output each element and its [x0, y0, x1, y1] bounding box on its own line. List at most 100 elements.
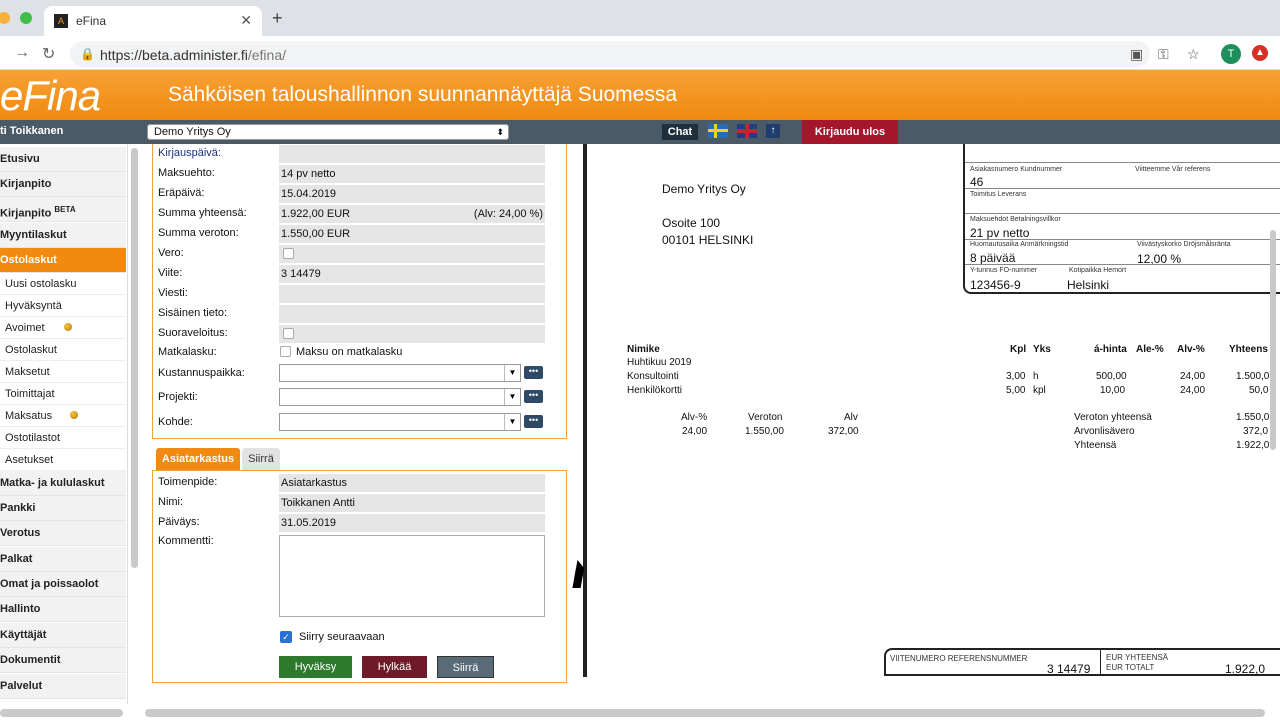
kustannuspaikka-label: Kustannuspaikka: — [158, 367, 245, 379]
sidebar-item-kirjanpito[interactable]: Kirjanpito — [0, 172, 126, 197]
kustannuspaikka-more-button[interactable]: ••• — [524, 366, 543, 379]
sidebar-sub-hyvaksynta[interactable]: Hyväksyntä — [0, 295, 126, 317]
star-icon[interactable]: ☆ — [1187, 46, 1200, 63]
sidebar-item-palvelut[interactable]: Palvelut — [0, 674, 126, 699]
recipient-name: Demo Yritys Oy — [662, 182, 746, 196]
sidebar-sub-ostotilastot[interactable]: Ostotilastot — [0, 427, 126, 449]
logout-button[interactable]: Kirjaudu ulos — [802, 120, 898, 144]
total-label: Arvonlisävero — [1074, 426, 1135, 437]
nimi-label: Nimi: — [158, 496, 184, 508]
vat-col-veroton: Veroton — [748, 412, 783, 423]
vat-amount: 372,00 — [828, 426, 859, 437]
sidebar-item-ostolaskut[interactable]: Ostolaskut — [0, 248, 126, 273]
sidebar-item-matka[interactable]: Matka- ja kululaskut — [0, 471, 126, 496]
projekti-more-button[interactable]: ••• — [524, 390, 543, 403]
sidebar-scrollbar[interactable] — [131, 148, 138, 568]
sidebar-sub-uusi-ostolasku[interactable]: Uusi ostolasku — [0, 273, 126, 295]
swedish-flag-icon[interactable] — [708, 124, 728, 138]
summa-label: Summa yhteensä: — [158, 207, 247, 219]
kommentti-label: Kommentti: — [158, 535, 214, 547]
sidebar-item-hallinto[interactable]: Hallinto — [0, 597, 126, 622]
main-horizontal-scrollbar[interactable] — [145, 709, 1265, 717]
eur-value: 1.922,0 — [1225, 662, 1266, 676]
divider — [965, 264, 1280, 265]
lock-icon: 🔒 — [80, 47, 95, 61]
new-tab-icon[interactable]: + — [272, 8, 283, 29]
minimize-dot[interactable] — [0, 12, 10, 24]
projekti-select[interactable]: ▼ — [279, 388, 521, 406]
upload-icon[interactable]: ↑ — [766, 124, 780, 138]
total-value: 372,0 — [1243, 426, 1269, 437]
company-select-value: Demo Yritys Oy — [154, 126, 231, 138]
sidebar-sub-maksatus[interactable]: Maksatus — [0, 405, 126, 427]
sidebar-horizontal-scrollbar[interactable] — [0, 709, 123, 717]
comment-textarea[interactable] — [279, 535, 545, 617]
sidebar-sub-toimittajat[interactable]: Toimittajat — [0, 383, 126, 405]
cast-icon[interactable]: ▣ — [1130, 46, 1143, 63]
url-field[interactable]: 🔒 https://beta.administer.fi/efina/ — [70, 41, 1150, 67]
col-alv: Alv-% — [1177, 344, 1205, 355]
row-price: 10,00 — [1100, 385, 1126, 396]
approve-button[interactable]: Hyväksy — [279, 656, 352, 678]
vat-col-alv: Alv-% — [681, 412, 708, 423]
tagline: Sähköisen taloushallinnon suunnannäyttäj… — [168, 83, 678, 106]
tab-siirra[interactable]: Siirrä — [242, 448, 280, 470]
extension-icon[interactable]: ▲ — [1252, 45, 1268, 61]
col-ahinta: á-hinta — [1094, 344, 1127, 355]
kustannuspaikka-select[interactable]: ▼ — [279, 364, 521, 382]
viite-label: Viite: — [158, 267, 183, 279]
recipient-address1: Osoite 100 — [662, 216, 721, 230]
paivays-value: 31.05.2019 — [279, 514, 545, 532]
matkalasku-checkbox[interactable] — [280, 346, 291, 357]
reject-button[interactable]: Hylkää — [362, 656, 427, 678]
sisainen-label: Sisäinen tieto: — [158, 307, 228, 319]
eur-label2: EUR TOTALT — [1106, 663, 1155, 672]
siirry-seuraavaan-checkbox[interactable]: ✓ — [280, 631, 292, 643]
sidebar-sub-ostolaskut[interactable]: Ostolaskut — [0, 339, 126, 361]
viesti-label: Viesti: — [158, 287, 188, 299]
browser-tab[interactable]: A eFina ✕ — [44, 6, 262, 36]
sidebar-sub-avoimet[interactable]: Avoimet — [0, 317, 126, 339]
row-vat: 24,00 — [1180, 371, 1206, 382]
panel-divider[interactable] — [583, 144, 587, 677]
sidebar-item-kirjanpito-beta[interactable]: Kirjanpito BETA — [0, 197, 126, 222]
sidebar-item-pankki[interactable]: Pankki — [0, 496, 126, 521]
sidebar-item-dokumentit[interactable]: Dokumentit — [0, 648, 126, 673]
efina-logo: eFina — [0, 72, 101, 119]
ref-value: 3 14479 — [1047, 662, 1091, 676]
preview-scrollbar[interactable] — [1270, 230, 1276, 450]
profile-avatar[interactable]: T — [1221, 44, 1241, 64]
col-nimike: Nimike — [627, 344, 660, 355]
sidebar-sub-asetukset[interactable]: Asetukset — [0, 449, 126, 471]
tab-asiatarkastus[interactable]: Asiatarkastus — [156, 448, 240, 470]
sidebar-item-myyntilaskut[interactable]: Myyntilaskut — [0, 223, 126, 248]
toimenpide-value: Asiatarkastus — [279, 474, 545, 492]
kohde-select[interactable]: ▼ — [279, 413, 521, 431]
huomautus-label: Huomautusaika Anmärkningstid — [970, 241, 1069, 248]
sidebar-item-kayttajat[interactable]: Käyttäjät — [0, 623, 126, 648]
chat-button[interactable]: Chat — [662, 124, 698, 140]
sidebar: Etusivu Kirjanpito Kirjanpito BETA Myynt… — [0, 144, 128, 704]
sidebar-item-etusivu[interactable]: Etusivu — [0, 147, 126, 172]
close-tab-icon[interactable]: ✕ — [240, 12, 252, 29]
sidebar-item-omat[interactable]: Omat ja poissaolot — [0, 572, 126, 597]
viesti-value — [279, 285, 545, 303]
maximize-dot[interactable] — [20, 12, 32, 24]
notification-dot-icon — [64, 323, 72, 331]
vero-checkbox[interactable] — [283, 248, 294, 259]
sidebar-sub-maksetut[interactable]: Maksetut — [0, 361, 126, 383]
siirry-seuraavaan-label: Siirry seuraavaan — [299, 631, 385, 643]
suoraveloitus-checkbox[interactable] — [283, 328, 294, 339]
forward-icon[interactable]: → — [14, 44, 30, 62]
sidebar-item-palkat[interactable]: Palkat — [0, 547, 126, 572]
kirjauspaiva-value — [279, 145, 545, 163]
row-name: Konsultointi — [627, 371, 679, 382]
company-select[interactable]: Demo Yritys Oy ⬍ — [147, 124, 509, 140]
sidebar-item-verotus[interactable]: Verotus — [0, 521, 126, 546]
move-button[interactable]: Siirrä — [437, 656, 494, 678]
eur-label1: EUR YHTEENSÄ — [1106, 653, 1169, 662]
uk-flag-icon[interactable] — [737, 124, 757, 138]
key-icon[interactable]: ⚿ — [1158, 46, 1169, 63]
reload-icon[interactable]: ↻ — [42, 44, 55, 64]
kohde-more-button[interactable]: ••• — [524, 415, 543, 428]
